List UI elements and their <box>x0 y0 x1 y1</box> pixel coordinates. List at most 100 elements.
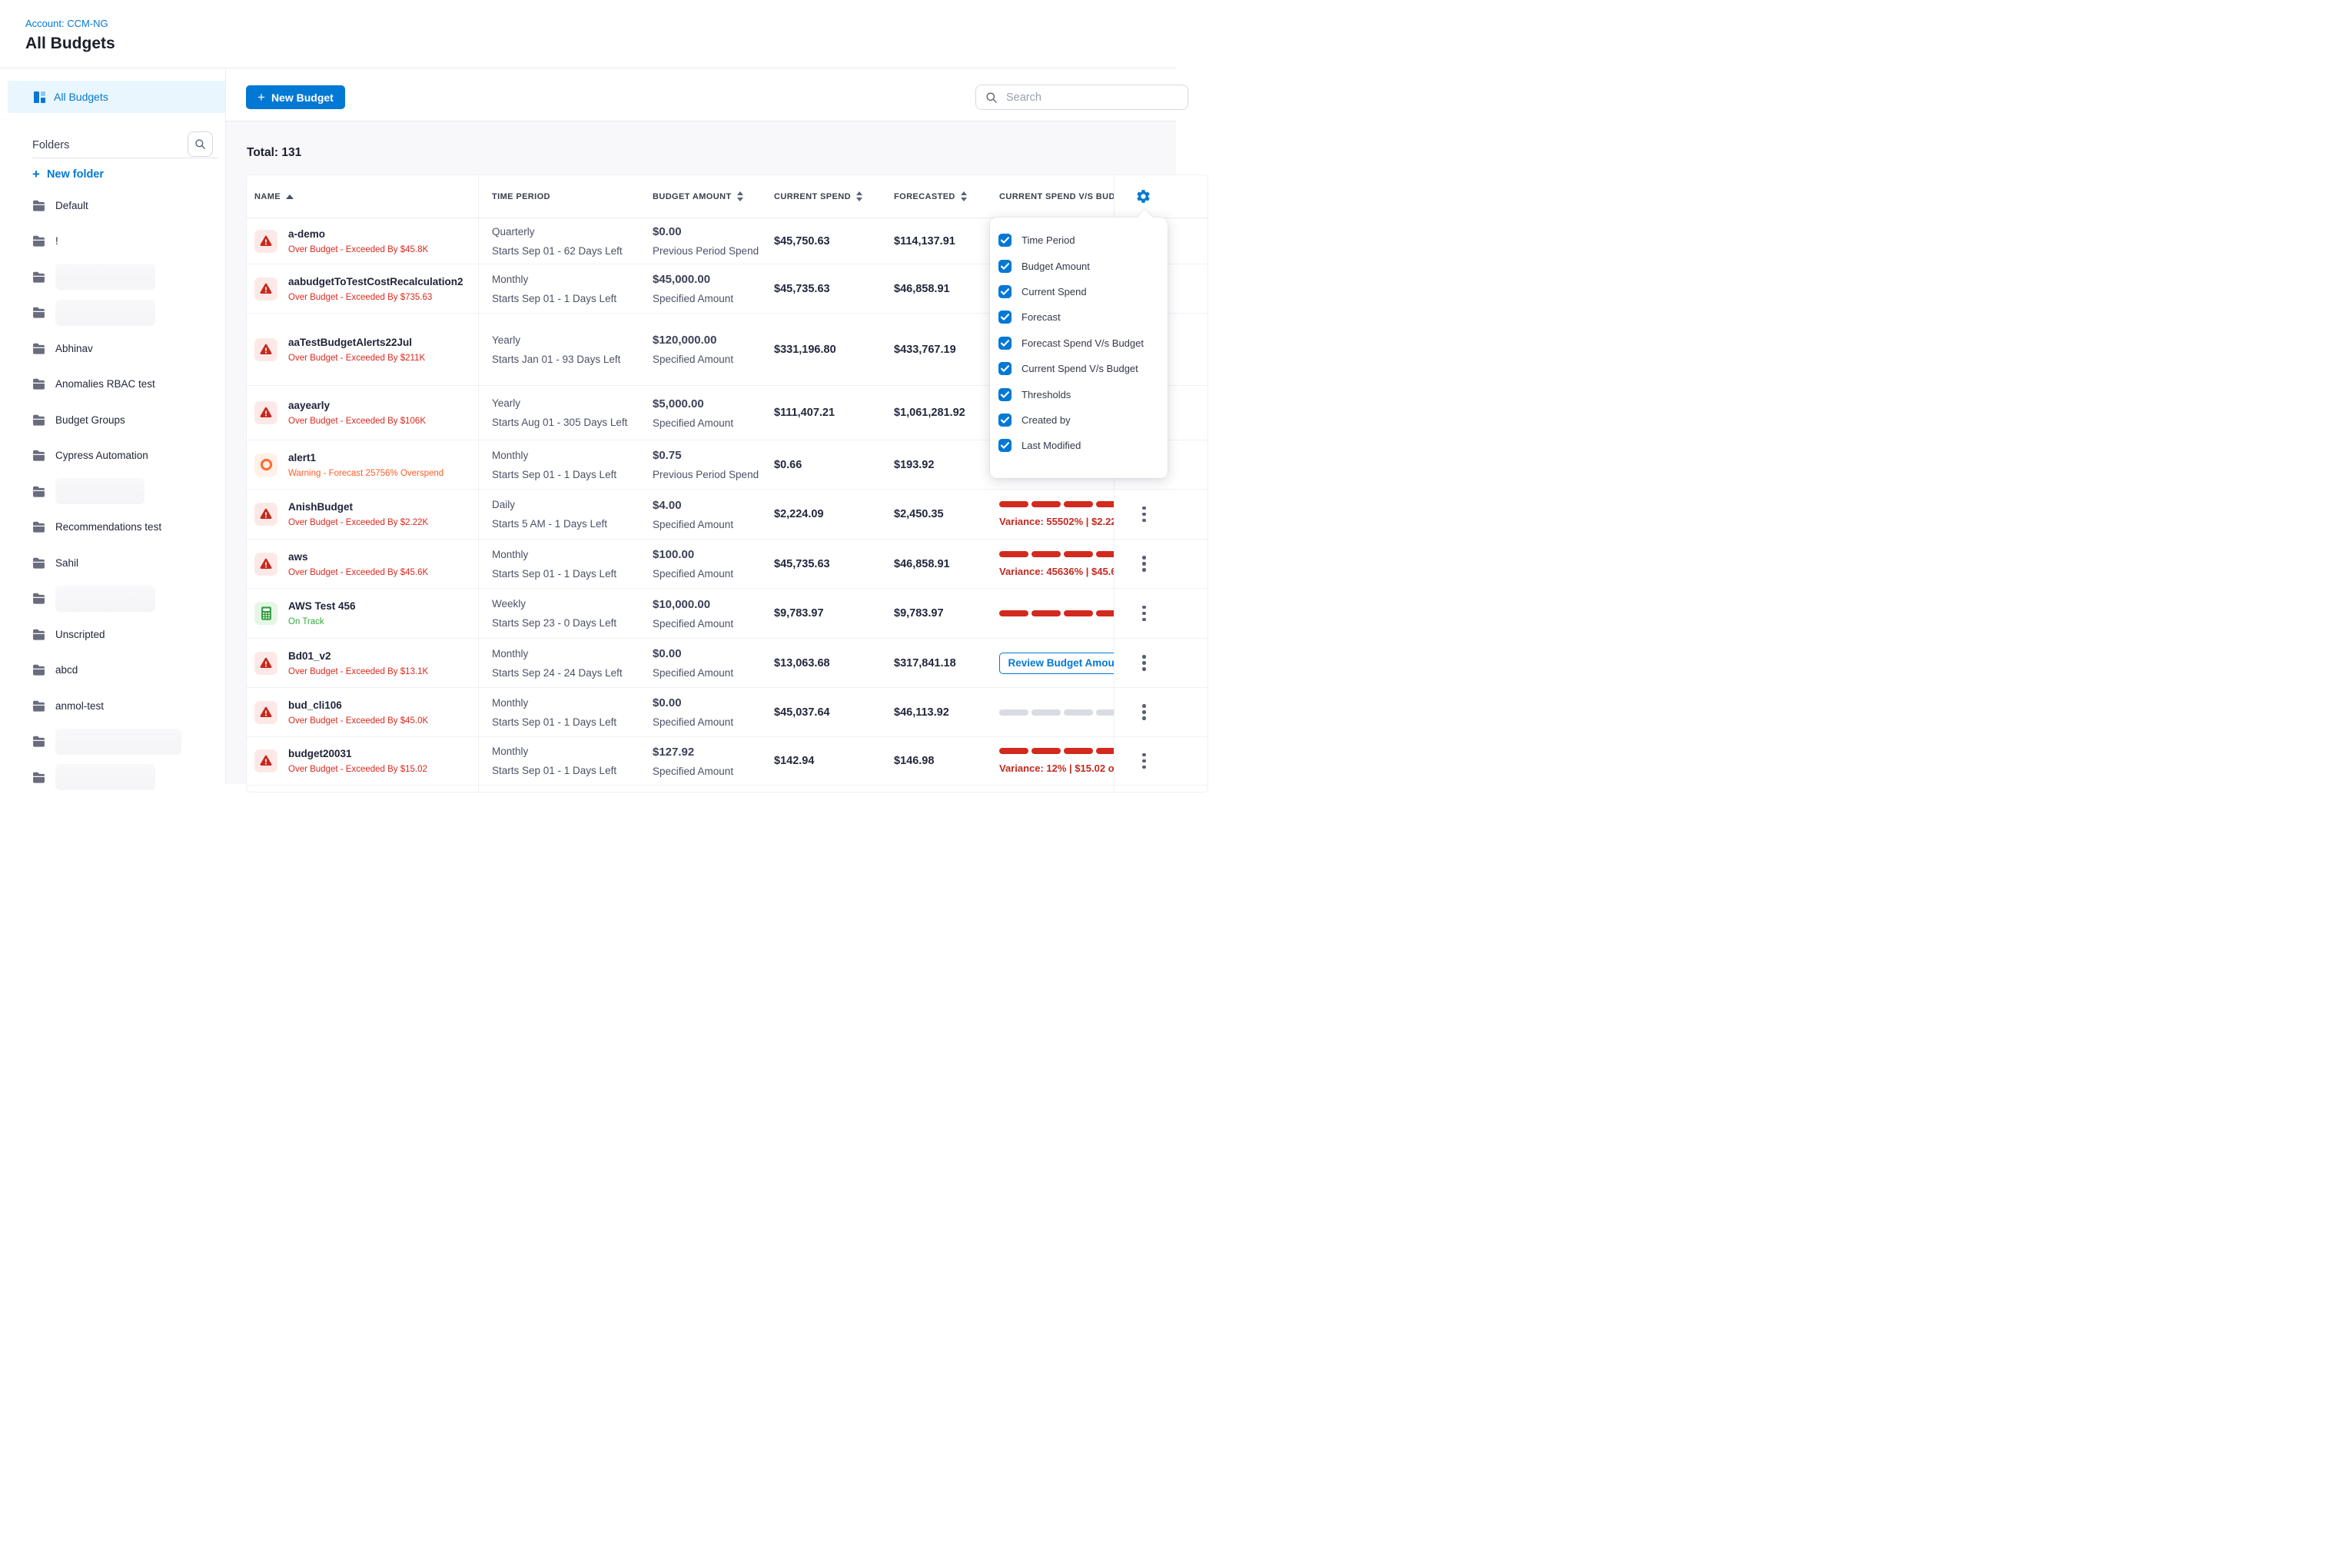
table-row[interactable]: Bd01_v2 Over Budget - Exceeded By $13.1K… <box>247 639 1208 688</box>
budget-amount-cell: $100.00 Specified Amount <box>653 540 772 588</box>
folder-item[interactable]: Cypress Automation <box>0 438 224 474</box>
check-icon <box>1001 417 1009 424</box>
new-folder-button[interactable]: + New folder <box>32 168 104 181</box>
table-row[interactable]: budget20031 Over Budget - Exceeded By $1… <box>247 737 1208 786</box>
column-menu-item[interactable]: Last Modified <box>990 433 1168 458</box>
budget-amount-cell: $0.00 Specified Amount <box>653 688 772 736</box>
folder-item[interactable]: Sahil <box>0 545 224 581</box>
row-menu-button[interactable] <box>1139 652 1149 674</box>
period-type: Monthly <box>492 549 649 560</box>
folder-name-placeholder <box>55 478 145 504</box>
budget-amount-cell: $127.92 Specified Amount <box>653 737 772 785</box>
folder-item[interactable]: Budget Groups <box>0 402 224 438</box>
checkbox-checked[interactable] <box>998 388 1012 401</box>
checkbox-checked[interactable] <box>998 260 1012 273</box>
column-settings-gear-icon[interactable] <box>1135 188 1151 204</box>
period-type: Yearly <box>492 334 649 346</box>
column-header[interactable]: NAME <box>254 175 294 218</box>
period-type: Monthly <box>492 746 649 757</box>
row-menu-button[interactable] <box>1139 603 1149 625</box>
forecasted-value: $1,061,281.92 <box>894 407 965 419</box>
period-type: Monthly <box>492 274 649 285</box>
period-type: Monthly <box>492 697 649 709</box>
column-menu-item[interactable]: Time Period <box>990 228 1168 253</box>
folder-icon <box>32 343 45 354</box>
current-spend-value: $331,196.80 <box>774 344 836 356</box>
sidebar-item-all-budgets[interactable]: All Budgets <box>8 81 225 113</box>
name-cell: budget20031 Over Budget - Exceeded By $1… <box>254 737 477 785</box>
folder-item[interactable]: ! <box>0 224 224 260</box>
check-icon <box>1001 314 1009 321</box>
budget-amount: $0.75 <box>653 449 772 462</box>
table-row[interactable]: bud_cli106 Over Budget - Exceeded By $45… <box>247 688 1208 737</box>
table-row[interactable]: aws Over Budget - Exceeded By $45.6K Mon… <box>247 540 1208 589</box>
checkbox-checked[interactable] <box>998 362 1012 375</box>
folders-search-button[interactable] <box>188 131 213 157</box>
budget-amount-note: Specified Amount <box>653 519 772 530</box>
budget-name: a-demo <box>288 228 428 240</box>
folder-item[interactable]: Unscripted <box>0 616 224 653</box>
forecasted-value: $317,841.18 <box>894 657 956 669</box>
current-spend-cell: $2,224.09 <box>774 490 889 539</box>
folder-name: anmol-test <box>55 700 104 712</box>
grid-icon <box>34 91 45 103</box>
folder-item[interactable]: Recommendations test <box>0 510 224 546</box>
folder-item[interactable]: Default <box>0 188 224 224</box>
column-header[interactable]: CURRENT SPEND <box>774 175 862 218</box>
checkbox-checked[interactable] <box>998 414 1012 427</box>
budget-amount-note: Specified Amount <box>653 716 772 728</box>
folder-item[interactable]: Anomalies RBAC test <box>0 367 224 403</box>
folder-icon <box>32 414 45 426</box>
budget-name: aws <box>288 551 428 563</box>
column-menu-item[interactable]: Current Spend V/s Budget <box>990 356 1168 381</box>
row-menu-button[interactable] <box>1139 750 1149 772</box>
search-input[interactable] <box>1005 91 1169 105</box>
budget-status-icon <box>254 701 277 724</box>
checkbox-checked[interactable] <box>998 234 1012 247</box>
forecasted-cell: $46,113.92 <box>894 688 1009 736</box>
column-menu-item[interactable]: Forecast Spend V/s Budget <box>990 331 1168 356</box>
current-spend-value: $142.94 <box>774 755 814 767</box>
table-header-row: NAME TIME PERIOD BUDGET AMOUNT CURRENT S… <box>247 175 1208 218</box>
checkbox-checked[interactable] <box>998 285 1012 298</box>
forecasted-value: $46,113.92 <box>894 706 949 719</box>
folder-item[interactable]: abcd <box>0 653 224 689</box>
period-detail: Starts Sep 01 - 1 Days Left <box>492 293 649 304</box>
table-row[interactable]: AWS Test 456 On Track Weekly Starts Sep … <box>247 589 1208 639</box>
calculator-icon <box>261 606 272 620</box>
column-menu-item[interactable]: Thresholds <box>990 381 1168 407</box>
checkbox-checked[interactable] <box>998 311 1012 324</box>
checkbox-checked[interactable] <box>998 439 1012 452</box>
folders-section-label: Folders <box>32 139 69 151</box>
budget-status-icon <box>254 749 277 772</box>
folder-item[interactable]: anmol-test <box>0 688 224 724</box>
column-header[interactable]: FORECASTED <box>894 175 967 218</box>
column-menu-item[interactable]: Created by <box>990 407 1168 433</box>
column-menu-item[interactable]: Budget Amount <box>990 253 1168 278</box>
budget-amount-cell: $120,000.00 Specified Amount <box>653 314 772 385</box>
current-spend-cell: $45,735.63 <box>774 264 889 313</box>
folder-item[interactable]: Abhinav <box>0 331 224 367</box>
budget-amount: $0.00 <box>653 225 772 238</box>
column-menu-item[interactable]: Current Spend <box>990 279 1168 304</box>
time-period-cell: Monthly Starts Sep 01 - 1 Days Left <box>492 540 649 588</box>
time-period-cell: Weekly Starts Sep 23 - 0 Days Left <box>492 589 649 638</box>
folder-name: Abhinav <box>55 343 93 354</box>
period-type: Daily <box>492 499 649 510</box>
new-budget-button[interactable]: + New Budget <box>246 85 345 109</box>
row-menu-button[interactable] <box>1139 701 1149 723</box>
forecasted-value: $146.98 <box>894 755 934 767</box>
row-actions-cell <box>1114 688 1207 736</box>
table-row[interactable]: AnishBudget Over Budget - Exceeded By $2… <box>247 490 1208 540</box>
review-budget-amount-button[interactable]: Review Budget Amount <box>999 653 1114 674</box>
budget-name: aaTestBudgetAlerts22Jul <box>288 337 425 348</box>
row-menu-button[interactable] <box>1139 553 1149 575</box>
variance-label: Variance: 12% | $15.02 ov <box>999 762 1114 774</box>
column-header[interactable]: BUDGET AMOUNT <box>653 175 743 218</box>
account-breadcrumb-link[interactable]: Account: CCM-NG <box>25 18 108 29</box>
row-menu-button[interactable] <box>1139 503 1149 526</box>
checkbox-checked[interactable] <box>998 337 1012 350</box>
folder-icon <box>32 200 45 211</box>
column-menu-item[interactable]: Forecast <box>990 304 1168 330</box>
variance-label: Variance: 55502% | $2.22 <box>999 516 1114 527</box>
